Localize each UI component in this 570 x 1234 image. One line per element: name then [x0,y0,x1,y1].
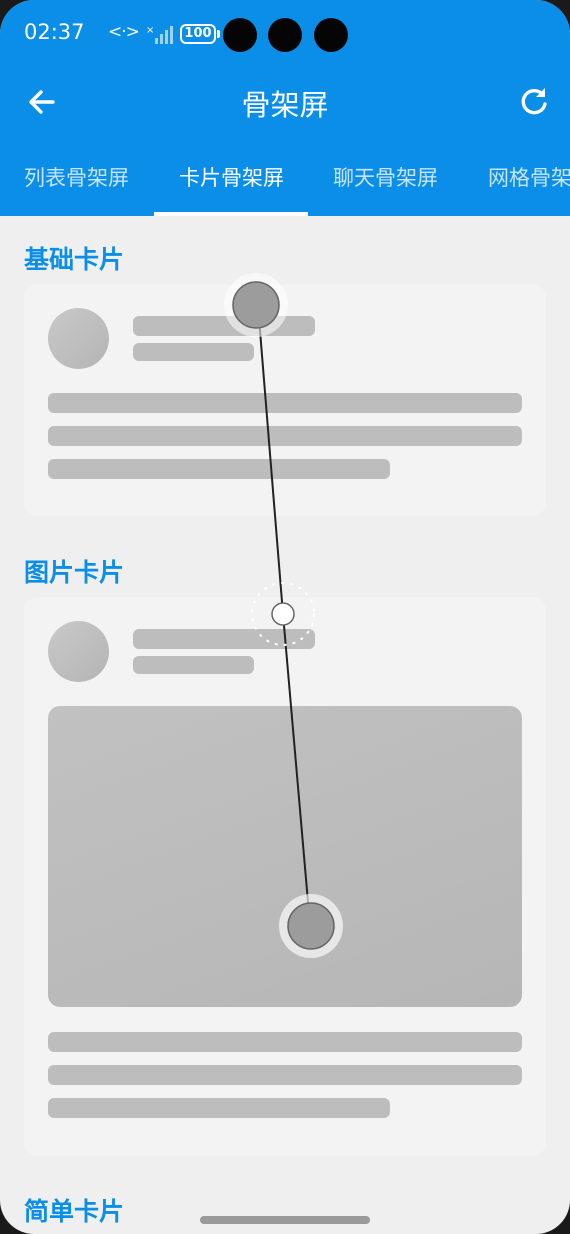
tab-card-skeleton[interactable]: 卡片骨架屏 [179,162,284,192]
skeleton-avatar [48,621,109,682]
svg-text:×: × [146,25,154,36]
skeleton-avatar [48,308,109,369]
skeleton-title-line [133,629,315,649]
tab-grid-skeleton[interactable]: 网格骨架屏 [488,162,570,192]
tab-list-skeleton[interactable]: 列表骨架屏 [24,162,129,192]
tab-bar: 列表骨架屏 卡片骨架屏 聊天骨架屏 网格骨架屏 [0,140,570,216]
content-scroll[interactable]: 基础卡片 图片卡片 简单卡片 [0,216,570,1234]
camera-cutout-icon [223,18,257,52]
data-transfer-icon: <·> [108,22,140,42]
phone-screen: 02:37 <·> × 100 骨架屏 列表骨架屏 卡片骨架屏 聊天骨架屏 网格… [0,0,570,1234]
signal-icon: × [146,25,173,44]
skeleton-image [48,706,522,1007]
battery-icon: 100 [180,24,216,44]
camera-cutout-icon [314,18,348,52]
skeleton-text-line [48,1032,522,1052]
skeleton-text-line [48,426,522,446]
tab-chat-skeleton[interactable]: 聊天骨架屏 [333,162,438,192]
section-title-simple-card: 简单卡片 [24,1197,125,1226]
status-time: 02:37 [24,20,85,44]
camera-cutout-icon [268,18,302,52]
battery-tip [217,30,220,38]
home-indicator[interactable] [200,1216,370,1224]
skeleton-subtitle-line [133,343,254,361]
title-bar: 骨架屏 [0,70,570,134]
status-bar: 02:37 <·> × 100 [0,0,570,70]
page-title: 骨架屏 [241,88,329,122]
skeleton-text-line [48,393,522,413]
skeleton-title-line [133,316,315,336]
section-title-basic-card: 基础卡片 [24,245,125,274]
skeleton-subtitle-line [133,656,254,674]
skeleton-text-line [48,1065,522,1085]
refresh-button[interactable] [514,82,554,122]
basic-card-skeleton [24,284,546,516]
skeleton-text-line [48,1098,390,1118]
image-card-skeleton [24,597,546,1156]
section-title-image-card: 图片卡片 [24,558,125,587]
refresh-icon [521,88,547,115]
skeleton-text-line [48,459,390,479]
app-bar: 02:37 <·> × 100 骨架屏 列表骨架屏 卡片骨架屏 聊天骨架屏 网格… [0,0,570,216]
